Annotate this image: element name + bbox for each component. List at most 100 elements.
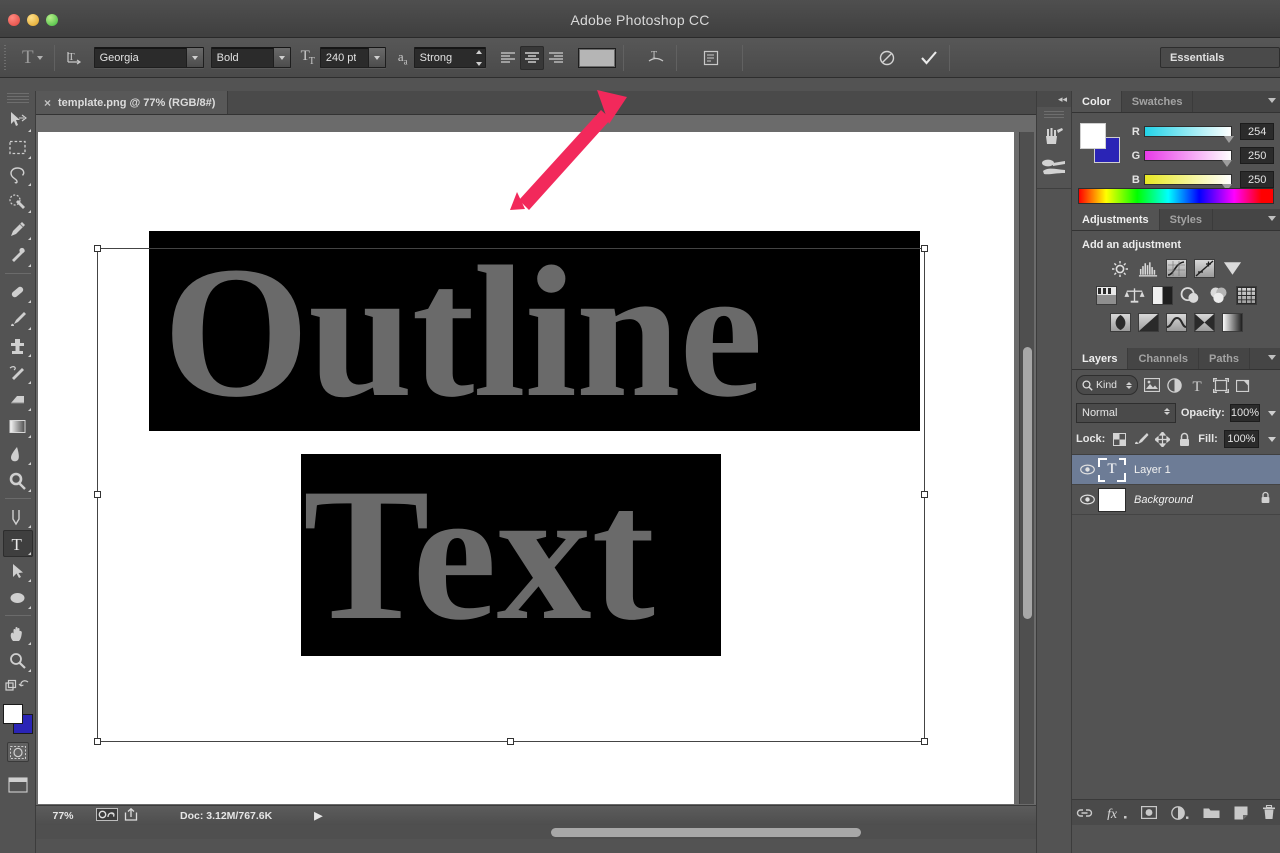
panel-menu-icon[interactable] [1268,355,1276,360]
canvas-vertical-scrollbar[interactable] [1019,132,1034,804]
brightness-contrast-icon[interactable] [1110,259,1131,278]
link-layers-icon[interactable] [1076,807,1093,819]
document-canvas[interactable]: Outline Text [38,132,1014,804]
font-style-select[interactable]: Bold [210,47,291,68]
tools-panel-grip[interactable] [6,93,29,104]
document-tab[interactable]: × template.png @ 77% (RGB/8#) [36,91,229,114]
tab-color[interactable]: Color [1072,91,1122,112]
zoom-tool[interactable] [3,647,33,674]
close-icon[interactable]: × [44,97,51,109]
color-balance-icon[interactable] [1123,286,1145,305]
lock-all-icon[interactable] [1177,431,1193,447]
chevron-down-icon[interactable] [367,48,385,67]
tab-styles[interactable]: Styles [1160,209,1214,230]
lock-transparent-pixels-icon[interactable] [1111,431,1127,447]
curves-icon[interactable] [1165,259,1187,278]
eraser-tool[interactable] [3,386,33,413]
spot-healing-brush-tool[interactable] [3,278,33,305]
scrollbar-thumb[interactable] [551,828,861,837]
opacity-value[interactable]: 100% [1229,404,1260,422]
anti-alias-select[interactable]: Strong [413,47,486,68]
chevron-down-icon[interactable] [272,48,290,67]
clone-stamp-tool[interactable] [3,332,33,359]
warp-text-icon[interactable]: T [643,45,669,71]
collapse-panels-button[interactable]: ◂◂ [1037,91,1071,107]
layer-style-icon[interactable]: fx [1107,806,1127,820]
gradient-map-icon[interactable] [1221,313,1243,332]
color-spectrum-ramp[interactable] [1078,188,1274,204]
canvas-horizontal-scrollbar[interactable] [36,825,1036,839]
settings-icon[interactable] [96,807,118,824]
text-color-swatch[interactable] [577,47,616,68]
chevron-down-icon[interactable] [1268,410,1276,416]
channel-value-g[interactable]: 250 [1240,147,1274,164]
transform-handle-top-left[interactable] [94,245,101,252]
tab-swatches[interactable]: Swatches [1122,91,1194,112]
transform-handle-middle-right[interactable] [921,491,928,498]
new-fill-adjustment-icon[interactable] [1171,805,1189,820]
stepper-icon[interactable] [475,50,482,66]
screen-mode-icon[interactable] [7,776,29,794]
panel-menu-icon[interactable] [1268,98,1276,103]
share-icon[interactable] [124,807,138,824]
slider-thumb[interactable] [1221,160,1232,167]
quick-mask-icon[interactable] [6,742,29,762]
black-white-icon[interactable] [1151,286,1173,305]
brush-presets-icon[interactable] [1038,152,1070,182]
brush-tool[interactable] [3,305,33,332]
tab-channels[interactable]: Channels [1128,348,1199,369]
chevron-down-icon[interactable] [185,48,203,67]
tab-adjustments[interactable]: Adjustments [1072,209,1160,230]
foreground-color-swatch[interactable] [1080,123,1106,149]
channel-value-r[interactable]: 254 [1240,123,1274,140]
cancel-edit-icon[interactable] [874,45,900,71]
layer-filter-kind-select[interactable]: Kind [1076,375,1138,395]
channel-slider-g[interactable] [1143,150,1233,167]
filter-type-icon[interactable]: T [1188,376,1207,395]
edit-toolbar-button[interactable] [3,674,33,698]
layer-mask-icon[interactable] [1141,806,1157,819]
filter-adjustment-icon[interactable] [1165,376,1184,395]
threshold-icon[interactable] [1165,313,1187,332]
transform-handle-bottom-right[interactable] [921,738,928,745]
hue-saturation-icon[interactable] [1095,286,1117,305]
filter-smart-object-icon[interactable] [1234,376,1253,395]
layer-row[interactable]: T Layer 1 [1072,455,1280,485]
align-center-icon[interactable] [519,45,544,70]
invert-icon[interactable] [1109,313,1131,332]
exposure-icon[interactable] [1193,259,1215,278]
channel-mixer-icon[interactable] [1208,286,1229,305]
character-paragraph-panels-icon[interactable] [698,45,724,71]
photo-filter-icon[interactable] [1180,286,1201,305]
options-bar-grip[interactable] [2,44,11,71]
crop-tool[interactable] [3,215,33,242]
posterize-icon[interactable] [1137,313,1159,332]
channel-slider-b[interactable] [1143,174,1233,191]
blur-tool[interactable] [3,440,33,467]
transform-handle-bottom-center[interactable] [507,738,514,745]
toggle-text-orientation-icon[interactable]: T [62,45,88,71]
color-panel-swatches[interactable] [1080,123,1120,163]
transform-handle-bottom-left[interactable] [94,738,101,745]
layer-thumbnail-type[interactable]: T [1098,457,1126,482]
blend-mode-select[interactable]: Normal [1076,403,1176,423]
layer-visibility-icon[interactable] [1076,494,1098,505]
history-brush-tool[interactable] [3,359,33,386]
gradient-tool[interactable] [3,413,33,440]
transform-handle-top-right[interactable] [921,245,928,252]
delete-layer-icon[interactable] [1262,805,1276,820]
font-size-field[interactable]: 240 pt [319,47,386,68]
stepper-icon[interactable] [1163,408,1170,415]
stepper-icon[interactable] [1126,381,1132,389]
panel-menu-icon[interactable] [1268,216,1276,221]
workspace-select[interactable]: Essentials [1160,47,1280,68]
path-selection-tool[interactable] [3,557,33,584]
eyedropper-tool[interactable] [3,242,33,269]
fill-value[interactable]: 100% [1223,430,1259,448]
align-left-icon[interactable] [496,46,520,70]
foreground-background-colors[interactable] [2,704,33,734]
move-tool[interactable] [3,107,33,134]
layer-thumbnail-image[interactable] [1098,487,1126,512]
new-layer-icon[interactable] [1234,806,1248,820]
font-family-select[interactable]: Georgia [93,47,204,68]
